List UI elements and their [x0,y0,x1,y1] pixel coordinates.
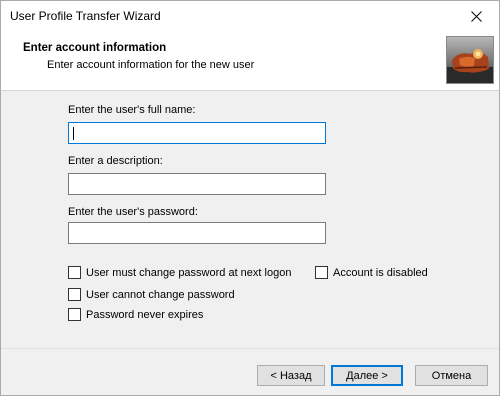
full-name-field[interactable] [68,122,326,144]
account-disabled-option[interactable]: Account is disabled [315,266,428,279]
close-icon [470,11,482,22]
cannot-change-password-option[interactable]: User cannot change password [68,288,235,301]
account-disabled-label: Account is disabled [333,266,428,279]
wizard-banner-image [446,36,494,84]
close-button[interactable] [453,1,499,32]
cancel-button[interactable]: Отмена [415,365,488,386]
next-button[interactable]: Далее > [331,365,403,386]
must-change-password-checkbox[interactable] [68,266,81,279]
footer-divider [1,348,499,349]
window-title: User Profile Transfer Wizard [10,9,161,23]
cannot-change-password-label: User cannot change password [86,288,235,301]
description-field[interactable] [68,173,326,195]
header-title: Enter account information [23,42,167,54]
wizard-window: User Profile Transfer Wizard Enter accou… [0,0,500,396]
header-subtitle: Enter account information for the new us… [47,59,255,71]
wizard-header: Enter account information Enter account … [1,32,499,91]
back-button[interactable]: < Назад [257,365,325,386]
title-bar: User Profile Transfer Wizard [1,1,499,32]
full-name-label: Enter the user's full name: [68,104,196,116]
password-field[interactable] [68,222,326,244]
description-label: Enter a description: [68,155,163,167]
password-never-expires-checkbox[interactable] [68,308,81,321]
password-label: Enter the user's password: [68,206,198,218]
password-never-expires-label: Password never expires [86,308,204,321]
text-caret [73,127,74,140]
cannot-change-password-checkbox[interactable] [68,288,81,301]
password-never-expires-option[interactable]: Password never expires [68,308,203,321]
must-change-password-option[interactable]: User must change password at next logon [68,266,291,279]
must-change-password-label: User must change password at next logon [86,266,292,279]
account-disabled-checkbox[interactable] [315,266,328,279]
